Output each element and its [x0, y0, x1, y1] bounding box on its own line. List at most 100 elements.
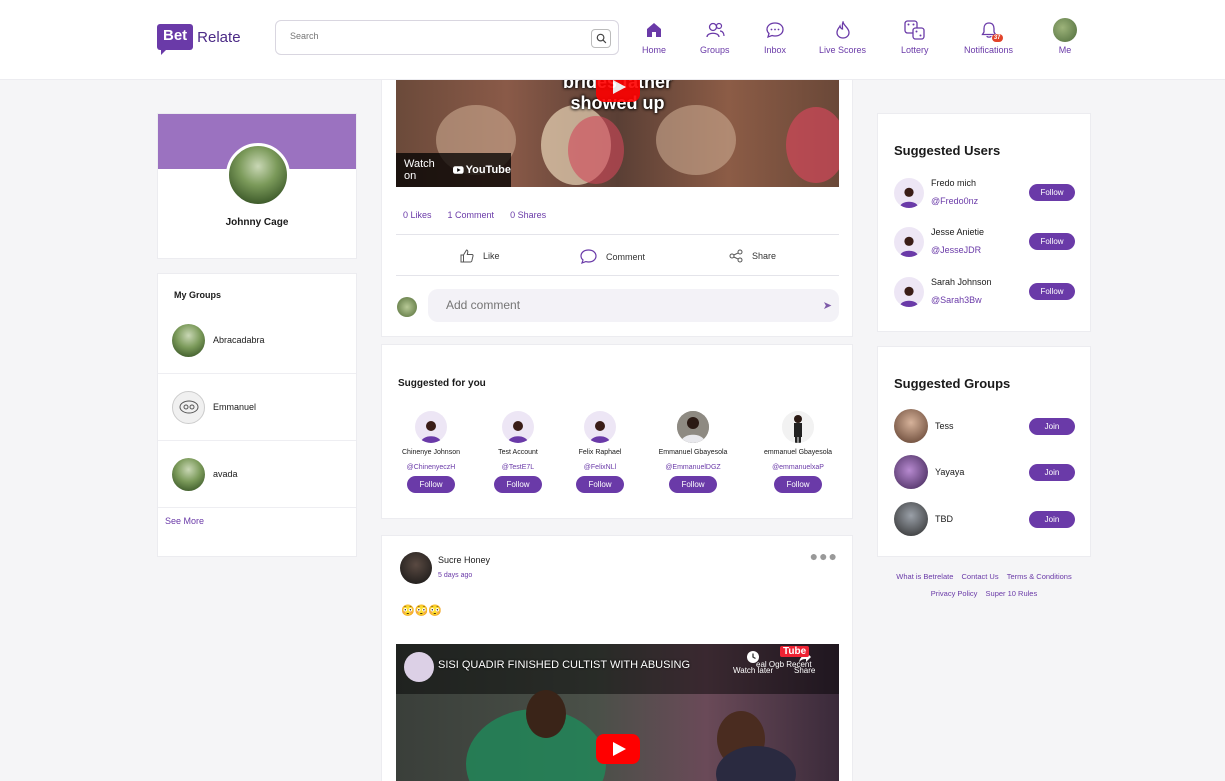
- user-name: Fredo mich: [931, 178, 977, 188]
- shares-count[interactable]: 0 Shares: [510, 210, 546, 220]
- user-avatar[interactable]: [894, 227, 924, 257]
- see-more-link[interactable]: See More: [165, 516, 204, 526]
- suggested-groups-title: Suggested Groups: [894, 376, 1011, 391]
- group-item-abracadabra[interactable]: Abracadabra: [158, 307, 356, 374]
- nav-live-scores[interactable]: Live Scores: [819, 18, 866, 55]
- user-name: Sarah Johnson: [931, 277, 992, 287]
- footer-link-terms[interactable]: Terms & Conditions: [1007, 572, 1072, 581]
- suggested-person: emmanuel Gbayesola @emmanuelxaP Follow: [743, 411, 853, 493]
- suggested-group-row: Tess Join: [894, 409, 1075, 445]
- suggested-groups-card: Suggested Groups Tess Join Yayaya Join T…: [877, 346, 1091, 557]
- post-card-1: brides father showed up Watch on YouTube…: [381, 50, 853, 337]
- search-button[interactable]: [591, 29, 611, 48]
- person-name: Felix Raphael: [578, 449, 622, 456]
- suggested-group-row: Yayaya Join: [894, 455, 1075, 491]
- suggested-user-row: Fredo mich @Fredo0nz Follow: [894, 176, 1075, 212]
- follow-button[interactable]: Follow: [1029, 283, 1075, 300]
- join-button[interactable]: Join: [1029, 418, 1075, 435]
- suggested-for-you-card: Suggested for you Chinenye Johnson @Chin…: [381, 344, 853, 519]
- suggested-for-you-title: Suggested for you: [398, 378, 486, 389]
- group-avatar[interactable]: [894, 409, 928, 443]
- comment-input[interactable]: [446, 298, 806, 312]
- person-avatar[interactable]: [584, 411, 616, 443]
- profile-card: Johnny Cage: [157, 113, 357, 259]
- group-avatar: [172, 323, 205, 357]
- comments-count[interactable]: 1 Comment: [448, 210, 495, 220]
- person-handle: @TestE7L: [501, 464, 535, 471]
- footer-link-privacy-policy[interactable]: Privacy Policy: [931, 589, 978, 598]
- more-options-icon[interactable]: ●●●: [810, 548, 838, 564]
- profile-name[interactable]: Johnny Cage: [158, 217, 356, 228]
- nav-home[interactable]: Home: [642, 18, 666, 55]
- person-name: Test Account: [498, 449, 538, 456]
- join-button[interactable]: Join: [1029, 511, 1075, 528]
- follow-button[interactable]: Follow: [494, 476, 542, 493]
- youtube-play-button[interactable]: [596, 734, 640, 764]
- send-icon[interactable]: ➤: [823, 299, 832, 312]
- group-avatar: [172, 390, 205, 424]
- suggested-user-row: Jesse Anietie @JesseJDR Follow: [894, 225, 1075, 261]
- group-avatar[interactable]: [894, 455, 928, 489]
- logo-bet-text: Bet: [157, 24, 194, 55]
- youtube-embed-2[interactable]: SISI QUADIR FINISHED CULTIST WITH ABUSIN…: [396, 644, 839, 781]
- footer-link-what-is-betrelate[interactable]: What is Betrelate: [896, 572, 953, 581]
- person-name: Emmanuel Gbayesola: [658, 449, 728, 456]
- commenter-avatar: [397, 297, 417, 317]
- user-avatar[interactable]: [894, 178, 924, 208]
- play-icon: [613, 742, 626, 756]
- post-timestamp: 5 days ago: [438, 572, 473, 579]
- video-title[interactable]: SISI QUADIR FINISHED CULTIST WITH ABUSIN…: [438, 659, 690, 671]
- comment-button[interactable]: Comment: [580, 249, 645, 264]
- watch-on-youtube[interactable]: Watch on YouTube: [396, 153, 511, 187]
- top-navbar: Bet Relate Home Groups Inbox Live Scores: [0, 0, 1225, 80]
- follow-button[interactable]: Follow: [1029, 233, 1075, 250]
- profile-avatar[interactable]: [226, 143, 290, 207]
- person-avatar[interactable]: [782, 411, 814, 443]
- nav-lottery[interactable]: Lottery: [901, 18, 929, 55]
- footer-links-row-2: Privacy Policy Super 10 Rules: [877, 585, 1091, 602]
- group-avatar: [172, 457, 205, 491]
- share-button[interactable]: Share: [729, 249, 776, 263]
- my-groups-card: My Groups Abracadabra Emmanuel avada See…: [157, 273, 357, 557]
- nav-inbox[interactable]: Inbox: [763, 18, 787, 55]
- follow-button[interactable]: Follow: [669, 476, 717, 493]
- channel-avatar[interactable]: [404, 652, 434, 682]
- suggested-users-card: Suggested Users Fredo mich @Fredo0nz Fol…: [877, 113, 1091, 332]
- join-button[interactable]: Join: [1029, 464, 1075, 481]
- user-name: Jesse Anietie: [931, 227, 985, 237]
- inbox-icon: [763, 18, 787, 42]
- user-avatar[interactable]: [894, 277, 924, 307]
- post-stats: 0 Likes 1 Comment 0 Shares: [403, 210, 546, 220]
- footer-link-super-10-rules[interactable]: Super 10 Rules: [986, 589, 1038, 598]
- person-avatar[interactable]: [502, 411, 534, 443]
- person-avatar[interactable]: [415, 411, 447, 443]
- comment-label: Comment: [606, 251, 646, 262]
- avatar: [1053, 18, 1077, 42]
- follow-button[interactable]: Follow: [407, 476, 455, 493]
- comment-icon: [580, 249, 597, 264]
- logo-relate-text: Relate: [197, 28, 241, 46]
- nav-notifications[interactable]: 37 Notifications: [964, 18, 1013, 55]
- follow-button[interactable]: Follow: [774, 476, 822, 493]
- share-label: Share: [752, 251, 777, 261]
- group-item-emmanuel[interactable]: Emmanuel: [158, 374, 356, 441]
- betrelate-logo[interactable]: Bet Relate: [157, 24, 241, 55]
- nav-me[interactable]: Me: [1053, 18, 1077, 55]
- likes-count[interactable]: 0 Likes: [403, 210, 432, 220]
- nav-groups[interactable]: Groups: [700, 18, 730, 55]
- post-author-avatar[interactable]: [400, 552, 432, 584]
- me-avatar-wrap: [1053, 18, 1077, 42]
- comment-box: ➤: [428, 289, 839, 322]
- like-button[interactable]: Like: [460, 249, 500, 263]
- search-input[interactable]: [290, 31, 580, 41]
- group-item-avada[interactable]: avada: [158, 441, 356, 508]
- nav-notifications-label: Notifications: [964, 45, 1014, 55]
- post-author-name[interactable]: Sucre Honey: [438, 555, 490, 565]
- follow-button[interactable]: Follow: [1029, 184, 1075, 201]
- footer-link-contact-us[interactable]: Contact Us: [961, 572, 998, 581]
- group-avatar[interactable]: [894, 502, 928, 536]
- youtube-logo-icon: [452, 166, 464, 174]
- person-avatar[interactable]: [677, 411, 709, 443]
- divider: [396, 234, 839, 235]
- follow-button[interactable]: Follow: [576, 476, 624, 493]
